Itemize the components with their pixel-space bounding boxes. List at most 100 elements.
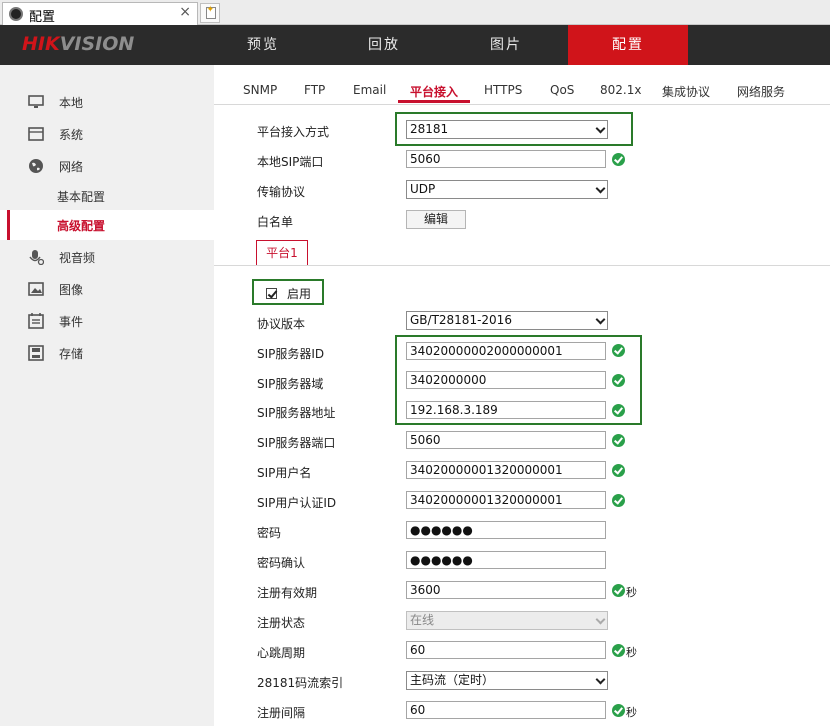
top-header: HIKVISION 预览 回放 图片 配置 xyxy=(0,25,830,65)
sidebar-item-event[interactable]: 事件 xyxy=(0,306,214,336)
valid-check-icon xyxy=(612,704,625,717)
active-tab-underline xyxy=(398,100,470,103)
chevron-down-icon xyxy=(595,183,606,194)
local-sip-port-label: 本地SIP端口 xyxy=(257,155,324,169)
image-icon xyxy=(28,282,44,296)
nav-picture[interactable]: 图片 xyxy=(446,25,566,65)
tab-network-service[interactable]: 网络服务 xyxy=(737,83,785,100)
chevron-down-icon xyxy=(595,614,606,625)
sip-username-label: SIP用户名 xyxy=(257,466,312,480)
sip-server-port-label: SIP服务器端口 xyxy=(257,436,336,450)
valid-check-icon xyxy=(612,344,625,357)
browser-tab[interactable]: 配置 × xyxy=(2,2,198,25)
tab-email[interactable]: Email xyxy=(353,83,386,97)
new-tab-button[interactable]: ✦ xyxy=(200,3,220,23)
registration-validity-label: 注册有效期 xyxy=(257,586,318,600)
enable-checkbox-group: 启用 xyxy=(252,279,324,305)
sidebar-item-advanced-config[interactable]: 高级配置 xyxy=(0,210,214,240)
sidebar-item-storage[interactable]: 存储 xyxy=(0,338,214,368)
sidebar: 本地 系统 网络 基本配置 高级配置 视音频 图像 事件 存储 xyxy=(0,65,214,726)
password-confirm-label: 密码确认 xyxy=(257,556,306,570)
sip-server-address-input[interactable] xyxy=(406,401,606,419)
sidebar-item-network[interactable]: 网络 xyxy=(0,151,214,181)
monitor-icon xyxy=(28,95,44,108)
sidebar-item-basic-config[interactable]: 基本配置 xyxy=(0,181,214,211)
valid-check-icon xyxy=(612,153,625,166)
enable-checkbox[interactable] xyxy=(266,288,277,299)
stream-index-label: 28181码流索引 xyxy=(257,676,344,690)
sidebar-item-video-audio[interactable]: 视音频 xyxy=(0,242,214,272)
password-label: 密码 xyxy=(257,526,282,540)
calendar-icon xyxy=(28,313,44,329)
sip-auth-id-label: SIP用户认证ID xyxy=(257,496,337,510)
valid-check-icon xyxy=(612,434,625,447)
access-mode-label: 平台接入方式 xyxy=(257,125,330,139)
nav-playback[interactable]: 回放 xyxy=(324,25,444,65)
nav-configuration[interactable]: 配置 xyxy=(568,25,688,65)
sip-server-id-label: SIP服务器ID xyxy=(257,347,325,361)
registration-validity-input[interactable] xyxy=(406,581,606,599)
password-confirm-input[interactable] xyxy=(406,551,606,569)
tab-ftp[interactable]: FTP xyxy=(304,83,325,97)
sidebar-item-image[interactable]: 图像 xyxy=(0,274,214,304)
heartbeat-period-label: 心跳周期 xyxy=(257,646,306,660)
valid-check-icon xyxy=(612,404,625,417)
chevron-down-icon xyxy=(595,314,606,325)
protocol-version-select[interactable]: GB/T28181-2016 xyxy=(406,311,608,330)
camera-icon xyxy=(9,7,23,21)
registration-status-label: 注册状态 xyxy=(257,616,306,630)
heartbeat-period-input[interactable] xyxy=(406,641,606,659)
transport-protocol-select[interactable]: UDP xyxy=(406,180,608,199)
chevron-down-icon xyxy=(595,674,606,685)
enable-label: 启用 xyxy=(287,287,312,301)
system-icon xyxy=(28,127,44,141)
unit-seconds: 秒 xyxy=(626,706,637,719)
sip-server-domain-input[interactable] xyxy=(406,371,606,389)
local-sip-port-input[interactable] xyxy=(406,150,606,168)
browser-tab-title: 配置 xyxy=(29,10,56,25)
sip-server-domain-label: SIP服务器域 xyxy=(257,377,324,391)
protocol-version-label: 协议版本 xyxy=(257,317,306,331)
valid-check-icon xyxy=(612,644,625,657)
transport-protocol-label: 传输协议 xyxy=(257,185,306,199)
registration-interval-label: 注册间隔 xyxy=(257,706,306,720)
divider xyxy=(214,265,830,266)
tab-platform-1[interactable]: 平台1 xyxy=(256,240,308,265)
unit-seconds: 秒 xyxy=(626,586,637,599)
microphone-icon xyxy=(29,250,44,265)
sip-username-input[interactable] xyxy=(406,461,606,479)
sip-auth-id-input[interactable] xyxy=(406,491,606,509)
storage-icon xyxy=(28,345,44,361)
globe-icon xyxy=(29,159,43,173)
valid-check-icon xyxy=(612,464,625,477)
tab-qos[interactable]: QoS xyxy=(550,83,574,97)
sip-server-port-input[interactable] xyxy=(406,431,606,449)
subtab-bar: SNMP FTP Email 平台接入 HTTPS QoS 802.1x 集成协… xyxy=(214,65,830,105)
close-icon[interactable]: × xyxy=(179,4,191,20)
password-input[interactable] xyxy=(406,521,606,539)
tab-8021x[interactable]: 802.1x xyxy=(600,83,641,97)
valid-check-icon xyxy=(612,584,625,597)
whitelist-label: 白名单 xyxy=(257,215,294,229)
tab-platform-access[interactable]: 平台接入 xyxy=(410,83,458,100)
new-page-icon: ✦ xyxy=(206,5,216,19)
valid-check-icon xyxy=(612,494,625,507)
main-content: SNMP FTP Email 平台接入 HTTPS QoS 802.1x 集成协… xyxy=(214,65,830,726)
tab-https[interactable]: HTTPS xyxy=(484,83,522,97)
sidebar-item-local[interactable]: 本地 xyxy=(0,87,214,117)
browser-tab-bar: 配置 × ✦ xyxy=(0,0,830,25)
tab-integration-protocol[interactable]: 集成协议 xyxy=(662,83,710,100)
sip-server-address-label: SIP服务器地址 xyxy=(257,406,336,420)
highlight-box xyxy=(395,112,633,146)
tab-snmp[interactable]: SNMP xyxy=(243,83,277,97)
sidebar-item-system[interactable]: 系统 xyxy=(0,119,214,149)
registration-interval-input[interactable] xyxy=(406,701,606,719)
whitelist-edit-button[interactable]: 编辑 xyxy=(406,210,466,229)
sip-server-id-input[interactable] xyxy=(406,342,606,360)
nav-preview[interactable]: 预览 xyxy=(203,25,323,65)
logo: HIKVISION xyxy=(22,33,135,55)
unit-seconds: 秒 xyxy=(626,646,637,659)
valid-check-icon xyxy=(612,374,625,387)
registration-status-select: 在线 xyxy=(406,611,608,630)
stream-index-select[interactable]: 主码流（定时） xyxy=(406,671,608,690)
